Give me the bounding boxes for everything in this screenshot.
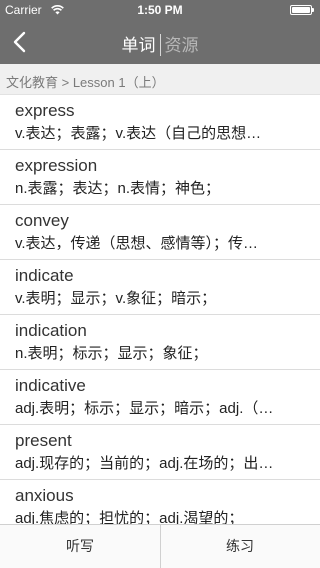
word-list-item[interactable]: indicate v.表明；显示；v.象征；暗示； [0,260,320,315]
segment-divider [159,34,161,56]
status-time: 1:50 PM [137,3,183,17]
nav-bar: 单词 资源 [0,20,320,64]
breadcrumb-text: 文化教育 > Lesson 1（上） [6,75,165,90]
word-definition: n.表明；标示；显示；象征； [15,345,208,362]
word-term: indication [15,321,87,340]
practice-button[interactable]: 练习 [160,525,320,568]
tab-resources[interactable]: 资源 [165,36,199,55]
word-term: indicate [15,266,74,285]
tab-words[interactable]: 单词 [122,36,156,55]
dictation-button[interactable]: 听写 [0,525,160,568]
word-definition: adj.现存的；当前的；adj.在场的；出… [15,455,274,472]
word-term: anxious [15,486,74,505]
word-definition: adj.表明；标示；显示；暗示；adj.（… [15,400,274,417]
bottom-tab-bar: 听写 练习 [0,524,320,568]
word-list-item[interactable]: expression n.表露；表达；n.表情；神色； [0,150,320,205]
word-list-item[interactable]: express v.表达；表露；v.表达（自己的思想… [0,95,320,150]
word-list-item[interactable]: convey v.表达，传递（思想、感情等）；传… [0,205,320,260]
word-term: convey [15,211,69,230]
word-term: indicative [15,376,86,395]
word-definition: v.表明；显示；v.象征；暗示； [15,290,217,307]
segmented-control: 单词 资源 [0,31,320,56]
word-term: expression [15,156,98,175]
word-definition: n.表露；表达；n.表情；神色； [15,180,221,197]
word-list-item[interactable]: present adj.现存的；当前的；adj.在场的；出… [0,425,320,480]
word-list-item[interactable]: indicative adj.表明；标示；显示；暗示；adj.（… [0,370,320,425]
word-list: express v.表达；表露；v.表达（自己的思想… expression n… [0,95,320,524]
word-definition: v.表达，传递（思想、感情等）；传… [15,235,259,252]
status-bar: Carrier 1:50 PM [0,0,320,20]
word-definition: v.表达；表露；v.表达（自己的思想… [15,125,262,142]
battery-icon [290,5,312,15]
breadcrumb: 文化教育 > Lesson 1（上） [0,64,320,95]
word-definition: adj.焦虑的；担忧的；adj.渴望的； [15,510,244,524]
word-term: present [15,431,72,450]
word-list-item[interactable]: anxious adj.焦虑的；担忧的；adj.渴望的； [0,480,320,524]
word-list-item[interactable]: indication n.表明；标示；显示；象征； [0,315,320,370]
word-term: express [15,101,75,120]
battery-tip [312,8,314,12]
